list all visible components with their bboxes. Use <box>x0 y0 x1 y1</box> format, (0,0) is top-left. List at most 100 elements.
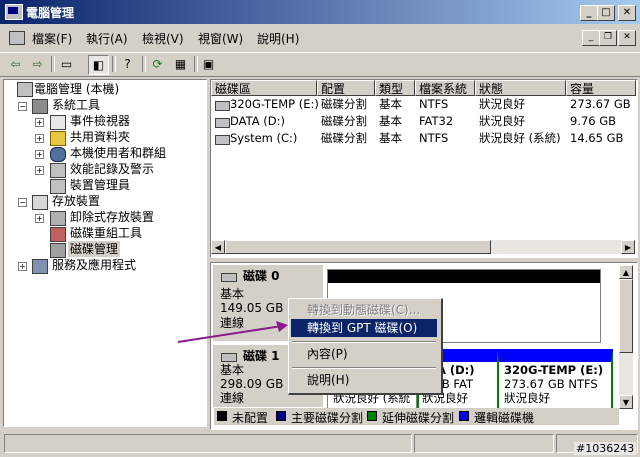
column-header-capacity[interactable]: 容量 <box>566 80 636 96</box>
tree-item-local-users[interactable]: 本機使用者和群組 <box>70 145 166 161</box>
menu-help[interactable]: 說明(H) <box>257 30 299 47</box>
column-header-volume[interactable]: 磁碟區 <box>211 80 317 96</box>
tree-item-services[interactable]: 服務及應用程式 <box>52 257 136 273</box>
tree-item-removable[interactable]: 卸除式存放裝置 <box>70 209 154 225</box>
arrow-head <box>276 321 288 332</box>
menu-view[interactable]: 檢視(V) <box>142 30 184 47</box>
services-icon <box>32 259 48 274</box>
disk-management-icon <box>50 243 66 258</box>
up-folder-icon[interactable]: ▭ <box>57 55 76 73</box>
cell-status: 狀況良好 (系統) <box>479 131 561 145</box>
expand-event-viewer-icon[interactable]: + <box>35 118 44 127</box>
tree-item-root[interactable]: 電腦管理 (本機) <box>34 81 119 97</box>
legend-primary: 主要磁碟分割 <box>291 411 364 425</box>
expand-shared-folders-icon[interactable]: + <box>35 134 44 143</box>
menu-file[interactable]: 檔案(F) <box>32 30 72 47</box>
refresh-icon[interactable]: ⟳ <box>148 55 167 73</box>
maximize-button[interactable]: □ <box>597 5 615 21</box>
annotation-arrow <box>177 321 288 343</box>
status-bar: #1036243 <box>0 431 640 457</box>
mdi-system-icon[interactable] <box>9 31 25 45</box>
collapse-storage-icon[interactable]: − <box>18 198 27 207</box>
expand-removable-icon[interactable]: + <box>35 214 44 223</box>
column-header-filesystem[interactable]: 檔案系統 <box>415 80 475 96</box>
menu-action[interactable]: 執行(A) <box>86 30 128 47</box>
users-icon <box>50 147 66 162</box>
menu-item-convert-gpt[interactable]: 轉換到 GPT 磁碟(O) <box>291 319 437 337</box>
mdi-close-button[interactable]: ✕ <box>618 30 636 46</box>
minimize-button[interactable]: _ <box>580 5 598 21</box>
disk-1-size: 298.09 GB <box>220 377 284 391</box>
disk-settings-icon[interactable]: ▣ <box>199 55 218 73</box>
disk-0-size: 149.05 GB <box>220 301 284 315</box>
scroll-right-button[interactable]: ▶ <box>621 240 635 254</box>
window-title: 電腦管理 <box>26 6 75 20</box>
defrag-icon <box>50 227 66 242</box>
back-icon[interactable]: ⇦ <box>6 55 25 73</box>
cell-capacity: 14.65 GB <box>570 131 624 145</box>
mdi-restore-button[interactable]: ❐ <box>599 30 617 46</box>
forward-icon[interactable]: ⇨ <box>28 55 47 73</box>
tree-item-perf-logs[interactable]: 效能記錄及警示 <box>70 161 154 177</box>
device-manager-icon <box>50 179 66 194</box>
expand-local-users-icon[interactable]: + <box>35 150 44 159</box>
tree-item-defrag[interactable]: 磁碟重組工具 <box>70 225 142 241</box>
cell-volume: 320G-TEMP (E:) <box>230 97 319 111</box>
cell-filesystem: NTFS <box>419 97 449 111</box>
tree-item-event-viewer[interactable]: 事件檢視器 <box>70 113 130 129</box>
column-header-status[interactable]: 狀態 <box>475 80 566 96</box>
horizontal-scroll-thumb[interactable] <box>225 240 491 254</box>
volume-e-status: 狀況良好 <box>504 391 550 405</box>
computer-icon <box>17 82 33 97</box>
toolbar-separator <box>194 56 198 72</box>
tree-item-disk-management[interactable]: 磁碟管理 <box>68 241 121 257</box>
properties-icon[interactable]: ▦ <box>171 55 190 73</box>
tree-item-system-tools[interactable]: 系統工具 <box>52 97 100 113</box>
collapse-system-tools-icon[interactable]: − <box>18 102 27 111</box>
expand-services-icon[interactable]: + <box>18 262 27 271</box>
menu-window[interactable]: 視窗(W) <box>198 30 243 47</box>
drive-icon <box>215 135 230 145</box>
volume-list: 磁碟區 配置 類型 檔案系統 狀態 容量 320G-TEMP (E:) 磁碟分割… <box>210 79 638 258</box>
scroll-left-button[interactable]: ◀ <box>211 240 225 254</box>
cell-type: 基本 <box>379 114 402 128</box>
disk-1-name: 磁碟 1 <box>243 349 280 363</box>
title-bar[interactable]: 電腦管理 _ □ ✕ <box>0 0 640 24</box>
tree-item-storage[interactable]: 存放裝置 <box>52 193 100 209</box>
show-tree-icon[interactable]: ◧ <box>88 55 109 75</box>
disk-icon <box>221 353 237 362</box>
cell-layout: 磁碟分割 <box>321 97 367 111</box>
expand-perf-logs-icon[interactable]: + <box>35 166 44 175</box>
help-icon[interactable]: ? <box>118 55 137 73</box>
cell-capacity: 9.76 GB <box>570 114 617 128</box>
cell-capacity: 273.67 GB <box>570 97 631 111</box>
disk-1-type: 基本 <box>220 363 245 377</box>
system-tools-icon <box>32 99 48 114</box>
menu-separator <box>292 341 436 343</box>
status-segment-main <box>4 434 412 453</box>
unallocated-bar <box>328 270 600 283</box>
legend-extended: 延伸磁碟分割 <box>382 411 455 425</box>
vertical-scroll-thumb[interactable] <box>619 279 633 353</box>
scroll-down-button[interactable]: ▼ <box>619 395 633 409</box>
legend-unallocated-swatch <box>217 411 227 421</box>
drive-icon <box>215 118 230 128</box>
menu-item-convert-dynamic[interactable]: 轉換到動態磁碟(C)... <box>291 301 437 319</box>
mdi-minimize-button[interactable]: _ <box>582 30 600 46</box>
menu-item-properties[interactable]: 內容(P) <box>291 345 437 363</box>
tree-item-shared-folders[interactable]: 共用資料夾 <box>70 129 130 145</box>
tree-item-device-manager[interactable]: 裝置管理員 <box>70 177 130 193</box>
disk-1-status: 連線 <box>220 391 245 405</box>
storage-icon <box>32 195 48 210</box>
column-header-layout[interactable]: 配置 <box>317 80 375 96</box>
drive-icon <box>215 101 230 111</box>
scroll-up-button[interactable]: ▲ <box>619 265 633 279</box>
close-button[interactable]: ✕ <box>618 5 636 21</box>
column-header-type[interactable]: 類型 <box>375 80 415 96</box>
console-tree: 電腦管理 (本機) − 系統工具 + 事件檢視器 + 共用資料夾 + 本機使用者… <box>3 79 207 427</box>
legend-primary-swatch <box>276 411 286 421</box>
menu-item-help[interactable]: 說明(H) <box>291 371 437 389</box>
cell-type: 基本 <box>379 97 402 111</box>
status-segment-2 <box>414 434 554 453</box>
menu-bar: 檔案(F) 執行(A) 檢視(V) 視窗(W) 說明(H) <box>0 27 640 49</box>
